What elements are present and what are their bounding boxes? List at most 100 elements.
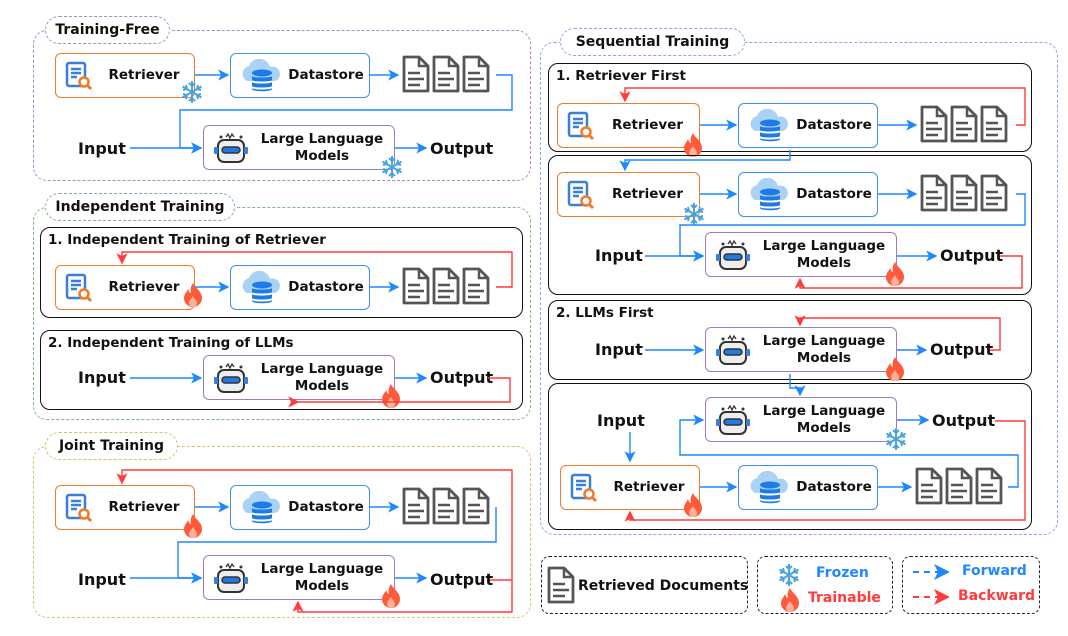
input-text: Input: [78, 570, 126, 589]
output-text: Output: [930, 340, 994, 359]
output-text: Output: [430, 139, 494, 158]
legend-forward: Forward: [962, 563, 1027, 579]
retriever-node[interactable]: Retriever: [55, 53, 195, 98]
datastore-label: Datastore: [796, 117, 872, 133]
document-icon: [547, 566, 575, 608]
flame-icon: [182, 282, 204, 312]
document-icon: [432, 267, 460, 309]
document-icon: [950, 174, 978, 216]
llm-node[interactable]: Large Language Models: [203, 555, 395, 600]
retrieved-documents: [920, 105, 1008, 147]
legend-backward: Backward: [958, 588, 1036, 604]
document-icon: [432, 55, 460, 97]
datastore-node[interactable]: Datastore: [738, 465, 878, 510]
retriever-icon: [561, 473, 599, 503]
retriever-node[interactable]: Retriever: [55, 265, 195, 310]
datastore-label: Datastore: [288, 499, 364, 515]
input-text: Input: [597, 411, 645, 430]
llm-node[interactable]: Large Language Models: [705, 327, 897, 372]
retriever-node[interactable]: Retriever: [560, 465, 700, 510]
document-icon: [945, 467, 973, 509]
datastore-icon: [231, 270, 283, 305]
legend-trainable: Trainable: [808, 590, 881, 606]
llm-node[interactable]: Large Language Models: [203, 355, 395, 400]
datastore-icon: [231, 58, 283, 93]
retriever-first-box-title: 1. Retriever First: [556, 68, 686, 84]
document-icon: [462, 55, 490, 97]
sequential-title: Sequential Training: [560, 28, 745, 56]
flame-icon: [182, 513, 204, 543]
independent-retriever-box-title: 1. Independent Training of Retriever: [48, 232, 326, 248]
robot-icon: [204, 131, 250, 165]
legend-documents: Retrieved Documents: [578, 578, 749, 594]
llm-node[interactable]: Large Language Models: [705, 232, 897, 277]
input-text: Input: [78, 139, 126, 158]
input-text: Input: [595, 340, 643, 359]
document-icon: [402, 267, 430, 309]
llms-first-box-title: 2. LLMs First: [556, 305, 654, 321]
input-text: Input: [78, 368, 126, 387]
retrieved-documents: [402, 55, 490, 97]
retriever-label: Retriever: [611, 186, 684, 202]
joint-title: Joint Training: [45, 432, 178, 460]
snowflake-icon: [682, 202, 706, 230]
document-icon: [920, 174, 948, 216]
document-icon: [980, 174, 1008, 216]
llm-label: Large Language Models: [260, 130, 384, 164]
output-text: Output: [430, 570, 494, 589]
llm-label: Large Language Models: [762, 402, 886, 436]
document-icon: [462, 487, 490, 529]
retrieved-documents: [920, 174, 1008, 216]
document-icon: [402, 487, 430, 529]
snowflake-icon: [884, 427, 908, 455]
flame-icon: [884, 261, 906, 291]
flame-icon: [380, 383, 402, 413]
output-text: Output: [932, 411, 996, 430]
datastore-node[interactable]: Datastore: [230, 53, 370, 98]
flame-icon: [884, 356, 906, 386]
document-icon: [915, 467, 943, 509]
flame-icon: [682, 492, 704, 522]
document-icon: [920, 105, 948, 147]
document-icon: [432, 487, 460, 529]
document-icon: [980, 105, 1008, 147]
datastore-icon: [739, 470, 791, 505]
datastore-node[interactable]: Datastore: [738, 103, 878, 148]
retriever-node[interactable]: Retriever: [557, 172, 700, 217]
llm-node[interactable]: Large Language Models: [705, 397, 897, 442]
output-text: Output: [430, 368, 494, 387]
retriever-icon: [558, 111, 596, 141]
datastore-label: Datastore: [288, 67, 364, 83]
datastore-icon: [739, 177, 791, 212]
training_free-title: Training-Free: [45, 16, 170, 44]
document-icon: [950, 105, 978, 147]
independent-title: Independent Training: [45, 193, 235, 221]
retrieved-documents: [402, 267, 490, 309]
retriever-icon: [56, 61, 94, 91]
retriever-label: Retriever: [108, 499, 180, 515]
datastore-node[interactable]: Datastore: [230, 485, 370, 530]
robot-icon: [204, 361, 250, 395]
document-icon: [975, 467, 1003, 509]
document-icon: [462, 267, 490, 309]
datastore-label: Datastore: [288, 279, 364, 295]
datastore-node[interactable]: Datastore: [230, 265, 370, 310]
llm-label: Large Language Models: [762, 237, 886, 271]
document-icon: [402, 55, 430, 97]
retriever-icon: [56, 273, 94, 303]
independent-llm-box-title: 2. Independent Training of LLMs: [48, 335, 294, 351]
retriever-icon: [56, 493, 94, 523]
llm-node[interactable]: Large Language Models: [203, 125, 395, 170]
llm-label: Large Language Models: [260, 560, 384, 594]
retriever-node[interactable]: Retriever: [557, 103, 700, 148]
legend-frozen: Frozen: [816, 565, 869, 581]
datastore-icon: [739, 108, 791, 143]
rag-training-diagram: Training-Free Retriever Datastore Large Lan…: [0, 0, 1068, 636]
snowflake-icon: [180, 80, 204, 108]
llm-label: Large Language Models: [260, 360, 384, 394]
retriever-node[interactable]: Retriever: [55, 485, 195, 530]
flame-icon: [779, 587, 801, 617]
robot-icon: [706, 403, 752, 437]
retriever-label: Retriever: [108, 67, 180, 83]
datastore-node[interactable]: Datastore: [738, 172, 878, 217]
